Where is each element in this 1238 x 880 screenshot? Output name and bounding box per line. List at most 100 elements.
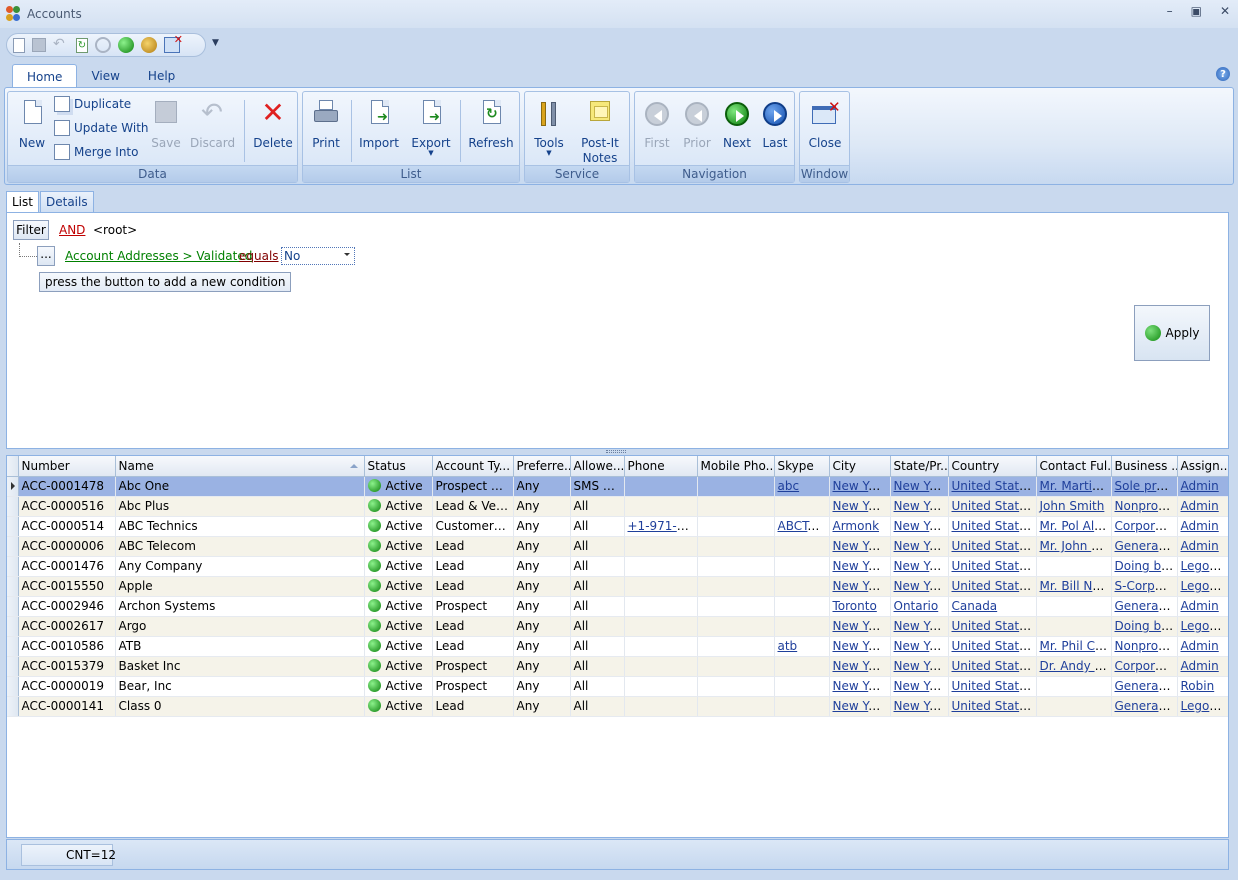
table-row[interactable]: ACC-0000006 ABC Telecom Active Lead Any All Ne…: [7, 536, 1228, 557]
table-cell[interactable]: Admin: [1177, 496, 1228, 517]
table-cell[interactable]: Any: [513, 696, 571, 717]
table-cell[interactable]: Doing bu...: [1111, 556, 1178, 577]
tools-icon[interactable]: [141, 37, 157, 53]
table-cell[interactable]: Dr. Andy D...: [1036, 656, 1112, 677]
stop-icon[interactable]: [95, 37, 111, 53]
table-cell[interactable]: ACC-0010586: [18, 636, 116, 657]
help-icon[interactable]: ?: [1216, 67, 1230, 81]
table-cell[interactable]: New York: [829, 676, 891, 697]
condition-field-link[interactable]: Account Addresses > Validated: [65, 249, 252, 263]
table-cell[interactable]: ACC-0015379: [18, 656, 116, 677]
table-cell[interactable]: New York: [890, 536, 949, 557]
table-cell[interactable]: Any: [513, 656, 571, 677]
table-cell[interactable]: United States: [948, 636, 1037, 657]
table-cell[interactable]: All: [570, 556, 625, 577]
row-indicator[interactable]: [7, 656, 19, 677]
table-cell[interactable]: All: [570, 656, 625, 677]
minimize-icon[interactable]: –: [1167, 4, 1173, 18]
tab-home[interactable]: Home: [12, 64, 78, 87]
column-header[interactable]: Account Ty...: [432, 456, 514, 477]
table-row[interactable]: ACC-0015550 Apple Active Lead Any All New York…: [7, 576, 1228, 597]
table-cell[interactable]: New York: [890, 496, 949, 517]
table-cell[interactable]: [624, 536, 698, 557]
table-cell[interactable]: Customer &...: [432, 516, 514, 537]
table-cell[interactable]: ABC Telecom: [115, 536, 365, 557]
tab-view[interactable]: View: [77, 64, 133, 87]
column-header[interactable]: Business ...: [1111, 456, 1178, 477]
column-header[interactable]: Number: [18, 456, 116, 477]
table-cell[interactable]: Argo: [115, 616, 365, 637]
import-button[interactable]: ➜ Import: [357, 98, 401, 150]
table-cell[interactable]: United States: [948, 676, 1037, 697]
tab-help[interactable]: Help: [134, 64, 189, 87]
table-cell[interactable]: [774, 496, 830, 517]
table-cell[interactable]: All: [570, 676, 625, 697]
column-header[interactable]: Contact Ful...: [1036, 456, 1112, 477]
column-header[interactable]: Allowe...: [570, 456, 625, 477]
column-header[interactable]: Assign...: [1177, 456, 1228, 477]
merge-into-button[interactable]: Merge Into: [54, 144, 138, 160]
table-cell[interactable]: [774, 556, 830, 577]
column-header[interactable]: Mobile Pho...: [697, 456, 775, 477]
table-cell[interactable]: Mr. John A...: [1036, 536, 1112, 557]
table-cell[interactable]: [774, 596, 830, 617]
table-cell[interactable]: Active: [364, 536, 433, 557]
table-cell[interactable]: Admin: [1177, 516, 1228, 537]
table-cell[interactable]: Active: [364, 616, 433, 637]
table-cell[interactable]: Corporati...: [1111, 516, 1178, 537]
table-cell[interactable]: Active: [364, 636, 433, 657]
prior-button[interactable]: Prior: [679, 98, 715, 150]
table-cell[interactable]: Legolas: [1177, 616, 1228, 637]
new-button[interactable]: New: [14, 98, 50, 150]
table-cell[interactable]: ATB: [115, 636, 365, 657]
table-cell[interactable]: ACC-0000141: [18, 696, 116, 717]
tools-button[interactable]: Tools ▼: [531, 98, 567, 157]
table-cell[interactable]: All: [570, 576, 625, 597]
table-cell[interactable]: [624, 476, 698, 497]
table-cell[interactable]: ACC-0000006: [18, 536, 116, 557]
table-cell[interactable]: [774, 656, 830, 677]
row-indicator[interactable]: [7, 616, 19, 637]
table-cell[interactable]: [697, 676, 775, 697]
table-cell[interactable]: [1036, 596, 1112, 617]
table-cell[interactable]: ACC-0015550: [18, 576, 116, 597]
table-cell[interactable]: Active: [364, 556, 433, 577]
table-cell[interactable]: Admin: [1177, 476, 1228, 497]
table-cell[interactable]: Lead: [432, 576, 514, 597]
table-cell[interactable]: Any: [513, 596, 571, 617]
table-cell[interactable]: Active: [364, 676, 433, 697]
table-cell[interactable]: New York: [890, 676, 949, 697]
column-header[interactable]: City: [829, 456, 891, 477]
table-cell[interactable]: Legolas: [1177, 576, 1228, 597]
column-header[interactable]: Preferre...: [513, 456, 571, 477]
row-indicator[interactable]: [7, 496, 19, 517]
table-row[interactable]: ACC-0001478 Abc One Active Prospect & ... An…: [7, 476, 1228, 497]
table-cell[interactable]: [624, 636, 698, 657]
close-button[interactable]: ✕ Close: [806, 98, 844, 150]
table-cell[interactable]: Active: [364, 696, 433, 717]
table-cell[interactable]: Active: [364, 476, 433, 497]
table-cell[interactable]: [1036, 696, 1112, 717]
table-cell[interactable]: New York: [829, 696, 891, 717]
table-cell[interactable]: All: [570, 516, 625, 537]
table-row[interactable]: ACC-0000019 Bear, Inc Active Prospect Any All…: [7, 676, 1228, 697]
column-header[interactable]: Country: [948, 456, 1037, 477]
table-cell[interactable]: Any: [513, 536, 571, 557]
table-cell[interactable]: New York: [890, 576, 949, 597]
table-cell[interactable]: New York: [829, 636, 891, 657]
table-cell[interactable]: [624, 676, 698, 697]
table-cell[interactable]: Nonprofit...: [1111, 636, 1178, 657]
table-cell[interactable]: All: [570, 636, 625, 657]
table-cell[interactable]: New York: [829, 556, 891, 577]
column-header[interactable]: Name: [115, 456, 365, 477]
table-cell[interactable]: New York: [890, 696, 949, 717]
table-cell[interactable]: New York: [890, 656, 949, 677]
print-button[interactable]: Print: [309, 98, 343, 150]
table-cell[interactable]: [697, 696, 775, 717]
table-cell[interactable]: United States: [948, 576, 1037, 597]
table-cell[interactable]: Active: [364, 496, 433, 517]
table-cell[interactable]: Class 0: [115, 696, 365, 717]
save-icon[interactable]: [32, 38, 46, 52]
table-cell[interactable]: Ontario: [890, 596, 949, 617]
column-header[interactable]: Status: [364, 456, 433, 477]
